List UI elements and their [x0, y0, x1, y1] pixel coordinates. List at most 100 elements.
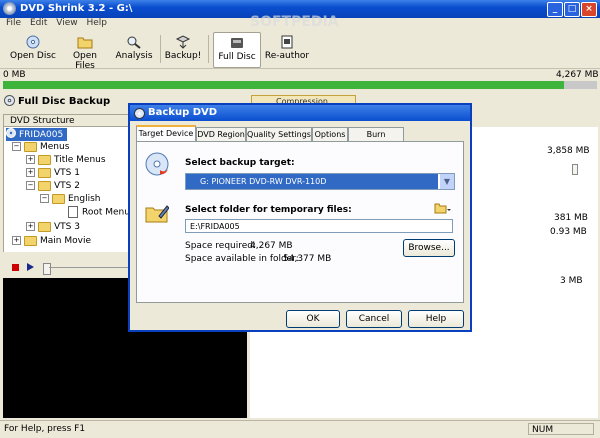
- temp-folder-input[interactable]: E:\FRIDA005: [185, 219, 453, 233]
- tree-item-root[interactable]: FRIDA005: [6, 128, 68, 141]
- tree-item-label: Menus: [40, 142, 70, 152]
- size-value: 0.93 MB: [550, 227, 587, 237]
- open-files-label: Open Files: [72, 51, 98, 71]
- analysis-label: Analysis: [115, 51, 153, 61]
- collapse-icon[interactable]: −: [40, 194, 49, 203]
- tree-item-vts1[interactable]: + VTS 1: [26, 167, 80, 180]
- size-progress-remaining: [564, 81, 597, 89]
- disc-icon: [4, 95, 15, 106]
- space-available-value: 54,377 MB: [283, 254, 332, 264]
- folder-icon: [38, 180, 51, 191]
- dialog-title-bar: Backup DVD: [130, 105, 470, 121]
- tab-target-device[interactable]: Target Device: [136, 125, 196, 142]
- compression-slider-thumb[interactable]: [572, 164, 578, 175]
- ok-button[interactable]: OK: [286, 310, 340, 328]
- browse-button[interactable]: Browse...: [403, 239, 455, 257]
- tree-item-title-menus[interactable]: + Title Menus: [26, 154, 106, 167]
- chevron-down-icon[interactable]: ▼: [440, 174, 454, 189]
- menu-help[interactable]: Help: [86, 18, 107, 28]
- tree-item-main-movie[interactable]: + Main Movie: [12, 235, 91, 248]
- status-text: For Help, press F1: [4, 424, 86, 434]
- maximize-button[interactable]: □: [564, 2, 580, 17]
- collapse-icon[interactable]: −: [12, 142, 21, 151]
- full-disc-label: Full Disc: [218, 52, 256, 62]
- tree-item-label: VTS 1: [54, 168, 80, 178]
- full-disc-icon: [231, 38, 243, 48]
- folder-pen-icon: [145, 205, 169, 223]
- file-icon: [68, 206, 78, 218]
- open-folder-icon: [77, 37, 93, 49]
- folder-icon: [38, 221, 51, 232]
- size-value: 3,858 MB: [547, 146, 590, 156]
- toolbar-separator: [160, 35, 161, 63]
- cancel-button[interactable]: Cancel: [346, 310, 402, 328]
- disc-icon: [6, 128, 16, 138]
- folder-icon: [24, 141, 37, 152]
- tab-quality-settings[interactable]: Quality Settings: [246, 127, 312, 141]
- seek-slider-thumb[interactable]: [43, 263, 51, 275]
- open-files-button[interactable]: Open Files: [62, 32, 108, 71]
- tree-item-label: Main Movie: [40, 236, 91, 246]
- stop-icon[interactable]: [12, 264, 19, 271]
- folder-icon: [38, 167, 51, 178]
- disc-icon: [26, 35, 40, 49]
- select-target-label: Select backup target:: [185, 158, 295, 168]
- backup-dvd-dialog: Backup DVD Target Device DVD Region Qual…: [128, 103, 472, 332]
- backup-target-select[interactable]: G: PIONEER DVD-RW DVR-110D ▼: [185, 173, 455, 190]
- disc-icon: [134, 108, 145, 119]
- tree-item-label: Title Menus: [54, 155, 106, 165]
- size-min-label: 0 MB: [3, 70, 26, 80]
- folder-icon: [52, 193, 65, 204]
- folder-icon: [24, 235, 37, 246]
- play-icon[interactable]: [27, 263, 34, 271]
- tree-item-menus[interactable]: − Menus: [12, 141, 69, 154]
- folder-icon: [38, 154, 51, 165]
- full-disc-backup-label: Full Disc Backup: [18, 96, 111, 107]
- close-button[interactable]: ×: [581, 2, 597, 17]
- size-total-label: 4,267 MB: [556, 70, 599, 80]
- menu-edit[interactable]: Edit: [30, 18, 47, 28]
- expand-icon[interactable]: +: [26, 155, 35, 164]
- toolbar-separator: [208, 35, 209, 63]
- tab-options[interactable]: Options: [312, 127, 348, 141]
- space-required-value: 4,267 MB: [250, 241, 293, 251]
- full-disc-button[interactable]: Full Disc: [213, 32, 261, 68]
- tab-dvd-region[interactable]: DVD Region: [196, 127, 246, 141]
- size-value: 381 MB: [554, 213, 588, 223]
- toolbar: Open Disc Open Files Analysis Backup! Fu…: [0, 32, 600, 71]
- tree-item-vts2[interactable]: − VTS 2: [26, 180, 80, 193]
- analysis-button[interactable]: Analysis: [114, 32, 154, 66]
- tree-item-label: Root Menu: [82, 207, 130, 218]
- burn-disc-icon: [145, 152, 169, 176]
- menu-view[interactable]: View: [56, 18, 77, 28]
- tree-item-english[interactable]: − English: [40, 193, 101, 206]
- size-value: 3 MB: [560, 276, 583, 286]
- backup-icon: [175, 35, 191, 49]
- backup-button[interactable]: Backup!: [164, 32, 202, 66]
- tree-item-vts3[interactable]: + VTS 3: [26, 221, 80, 234]
- tree-item-label: English: [68, 194, 101, 204]
- size-progress-fill: [3, 81, 564, 89]
- folder-dropdown-icon[interactable]: [434, 202, 452, 214]
- expand-icon[interactable]: +: [26, 168, 35, 177]
- window-title: DVD Shrink 3.2 - G:\: [20, 3, 133, 14]
- tree-item-root-menu[interactable]: Root Menu: [68, 206, 130, 219]
- app-icon: [3, 2, 16, 15]
- target-device-panel: Select backup target: G: PIONEER DVD-RW …: [136, 141, 464, 303]
- backup-label: Backup!: [164, 51, 202, 61]
- minimize-button[interactable]: _: [547, 2, 563, 17]
- dialog-title: Backup DVD: [148, 107, 218, 118]
- reauthor-button[interactable]: Re-author: [264, 32, 310, 66]
- magnifier-icon: [127, 36, 141, 49]
- num-lock-indicator: NUM: [528, 423, 594, 435]
- expand-icon[interactable]: +: [12, 236, 21, 245]
- tab-burn-settings[interactable]: Burn Settings: [348, 127, 404, 152]
- help-button[interactable]: Help: [408, 310, 464, 328]
- open-disc-button[interactable]: Open Disc: [10, 32, 56, 66]
- menu-bar: File Edit View Help: [0, 18, 600, 31]
- space-required-label: Space required:: [185, 241, 257, 251]
- expand-icon[interactable]: +: [26, 222, 35, 231]
- backup-target-value: G: PIONEER DVD-RW DVR-110D: [186, 174, 438, 189]
- menu-file[interactable]: File: [6, 18, 21, 28]
- collapse-icon[interactable]: −: [26, 181, 35, 190]
